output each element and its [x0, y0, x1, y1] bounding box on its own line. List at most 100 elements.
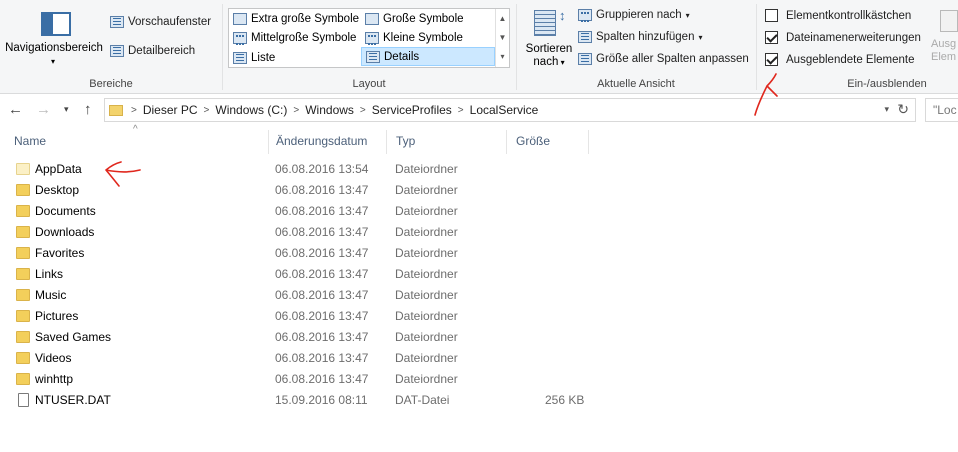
forward-arrow-icon[interactable]: →: [36, 101, 51, 118]
chevron-right-icon[interactable]: >: [458, 105, 464, 116]
breadcrumb-drive-c[interactable]: Windows (C:): [215, 103, 287, 117]
file-icon: [18, 393, 29, 407]
file-date: 06.08.2016 13:47: [275, 309, 369, 323]
file-name: Favorites: [35, 246, 85, 260]
back-arrow-icon[interactable]: ←: [8, 101, 23, 118]
address-bar[interactable]: > Dieser PC > Windows (C:) > Windows > S…: [104, 98, 916, 122]
address-dropdown-icon[interactable]: ▾: [884, 104, 889, 115]
hide-selected-icon: [940, 10, 958, 32]
list-item[interactable]: Documents 06.08.2016 13:47 Dateiordner: [0, 201, 600, 222]
column-header-date[interactable]: Änderungsdatum: [270, 130, 367, 152]
layout-option-label: Große Symbole: [383, 12, 464, 25]
layout-option-medium-icons[interactable]: Mittelgroße Symbole: [229, 28, 361, 47]
checkbox-checked[interactable]: [765, 53, 778, 66]
file-type: Dateiordner: [395, 372, 458, 386]
recent-locations-chevron-icon[interactable]: ▾: [64, 104, 69, 115]
file-type: Dateiordner: [395, 225, 458, 239]
fit-columns-label: Größe aller Spalten anpassen: [596, 53, 749, 65]
column-header-type[interactable]: Typ: [390, 130, 415, 152]
list-item[interactable]: Saved Games 06.08.2016 13:47 Dateiordner: [0, 327, 600, 348]
add-columns-button[interactable]: Spalten hinzufügen ▾: [578, 31, 702, 43]
column-divider[interactable]: [588, 130, 589, 154]
hidden-folder-icon: [16, 163, 30, 175]
hide-selected-label-line2: Elem: [931, 51, 957, 63]
chevron-right-icon[interactable]: >: [293, 105, 299, 116]
list-item[interactable]: Pictures 06.08.2016 13:47 Dateiordner: [0, 306, 600, 327]
refresh-icon[interactable]: ↻: [897, 101, 909, 118]
list-item[interactable]: Music 06.08.2016 13:47 Dateiordner: [0, 285, 600, 306]
medium-icons-icon: [233, 31, 247, 45]
layout-option-large-icons[interactable]: Große Symbole: [361, 9, 495, 28]
list-item[interactable]: Links 06.08.2016 13:47 Dateiordner: [0, 264, 600, 285]
hide-selected-button[interactable]: Ausg Elem: [928, 8, 958, 70]
breadcrumb-serviceprofiles[interactable]: ServiceProfiles: [372, 103, 452, 117]
folder-icon: [16, 310, 30, 322]
file-name: Links: [35, 267, 64, 281]
file-type: Dateiordner: [395, 351, 458, 365]
file-name: Music: [35, 288, 67, 302]
extra-large-icons-icon: [233, 12, 247, 25]
list-item[interactable]: Videos 06.08.2016 13:47 Dateiordner: [0, 348, 600, 369]
details-pane-button[interactable]: Detailbereich: [110, 45, 195, 57]
file-date: 06.08.2016 13:47: [275, 183, 369, 197]
chevron-down-icon: ▾: [51, 57, 56, 66]
column-divider[interactable]: [268, 130, 269, 154]
chevron-right-icon[interactable]: >: [360, 105, 366, 116]
layout-gallery-scroller[interactable]: ▲ ▼ ▾: [495, 9, 509, 67]
list-item[interactable]: Downloads 06.08.2016 13:47 Dateiordner: [0, 222, 600, 243]
list-item[interactable]: AppData 06.08.2016 13:54 Dateiordner: [0, 159, 600, 180]
breadcrumb-this-pc[interactable]: Dieser PC: [143, 103, 198, 117]
breadcrumb-windows[interactable]: Windows: [305, 103, 354, 117]
column-header-name[interactable]: Name: [8, 130, 46, 152]
layout-option-extra-large-icons[interactable]: Extra große Symbole: [229, 9, 361, 28]
layout-option-list[interactable]: Liste: [229, 48, 361, 67]
layout-option-small-icons[interactable]: Kleine Symbole: [361, 28, 495, 47]
chevron-right-icon[interactable]: >: [204, 105, 210, 116]
up-arrow-icon[interactable]: ↑: [84, 101, 92, 118]
file-date: 06.08.2016 13:47: [275, 267, 369, 281]
checkbox[interactable]: [765, 9, 778, 22]
fit-columns-button[interactable]: Größe aller Spalten anpassen: [578, 53, 749, 65]
group-by-button[interactable]: Gruppieren nach ▾: [578, 9, 690, 22]
file-date: 06.08.2016 13:47: [275, 288, 369, 302]
hidden-items-toggle[interactable]: Ausgeblendete Elemente: [765, 53, 915, 66]
chevron-right-icon[interactable]: >: [131, 105, 137, 116]
file-date: 06.08.2016 13:47: [275, 372, 369, 386]
details-pane-icon: [110, 45, 124, 57]
sort-by-button[interactable]: ↕ Sortieren nach ▾: [520, 6, 574, 72]
file-name: Documents: [35, 204, 96, 218]
folder-icon: [16, 352, 30, 364]
file-extensions-toggle[interactable]: Dateinamenerweiterungen: [765, 31, 921, 44]
navigation-pane-button[interactable]: Navigationsbereich ▾: [4, 8, 104, 70]
checkbox-checked[interactable]: [765, 31, 778, 44]
chevron-down-icon: ▾: [685, 10, 690, 20]
folder-icon: [16, 331, 30, 343]
breadcrumb-localservice[interactable]: LocalService: [470, 103, 539, 117]
file-type: DAT-Datei: [395, 393, 450, 407]
column-divider[interactable]: [506, 130, 507, 154]
scroll-up-icon[interactable]: ▲: [496, 9, 509, 28]
scroll-down-icon[interactable]: ▼: [496, 28, 509, 47]
item-checkboxes-toggle[interactable]: Elementkontrollkästchen: [765, 9, 911, 22]
list-item[interactable]: NTUSER.DAT 15.09.2016 08:11 DAT-Datei 25…: [0, 390, 600, 411]
expand-gallery-icon[interactable]: ▾: [496, 47, 509, 66]
layout-option-label: Details: [384, 50, 420, 63]
layout-option-details[interactable]: Details: [361, 47, 495, 66]
preview-pane-button[interactable]: Vorschaufenster: [110, 16, 211, 28]
list-item[interactable]: Favorites 06.08.2016 13:47 Dateiordner: [0, 243, 600, 264]
layout-option-label: Mittelgroße Symbole: [251, 31, 357, 44]
group-label-bereiche: Bereiche: [89, 78, 133, 90]
folder-icon: [16, 268, 30, 280]
search-input[interactable]: "Loc: [925, 98, 958, 122]
layout-gallery: Extra große Symbole Große Symbole Mittel…: [228, 8, 510, 68]
column-divider[interactable]: [386, 130, 387, 154]
checkbox-label: Elementkontrollkästchen: [786, 9, 912, 22]
file-date: 06.08.2016 13:54: [275, 162, 369, 176]
file-name: Downloads: [35, 225, 95, 239]
column-header-size[interactable]: Größe: [510, 130, 550, 152]
checkbox-label: Ausgeblendete Elemente: [786, 53, 915, 66]
list-item[interactable]: winhttp 06.08.2016 13:47 Dateiordner: [0, 369, 600, 390]
preview-pane-label: Vorschaufenster: [128, 16, 212, 28]
list-item[interactable]: Desktop 06.08.2016 13:47 Dateiordner: [0, 180, 600, 201]
file-name: NTUSER.DAT: [35, 393, 111, 407]
